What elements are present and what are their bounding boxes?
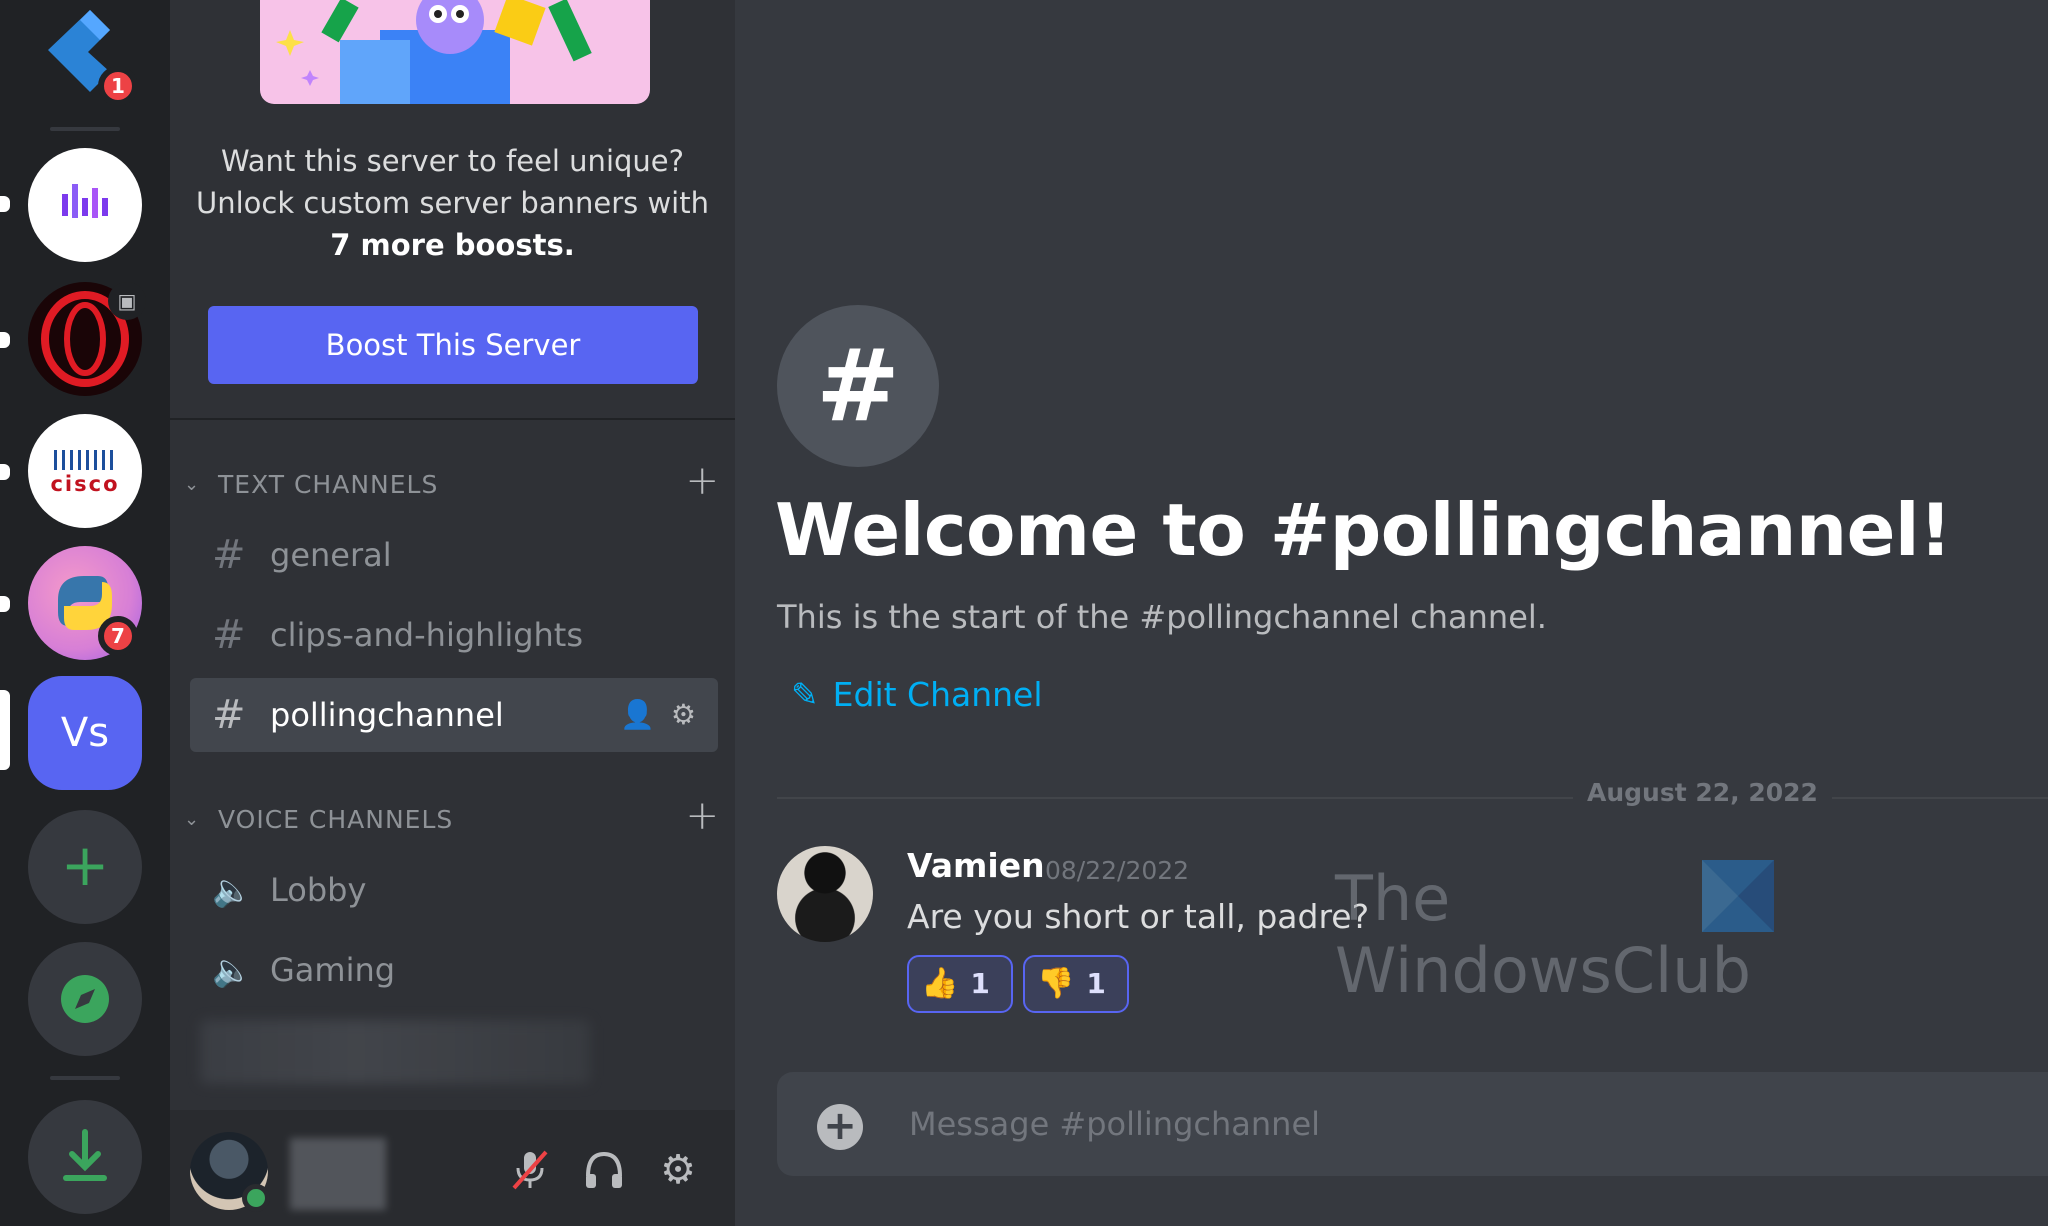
- online-status-indicator: [242, 1184, 270, 1212]
- watermark: The WindowsClub: [1335, 860, 1795, 1020]
- download-apps-button[interactable]: [28, 1100, 142, 1214]
- home-mention-badge: 1: [98, 66, 138, 106]
- category-text-channels[interactable]: ⌄ TEXT CHANNELS +: [180, 461, 720, 505]
- event-icon: ▣: [108, 282, 146, 320]
- sidebar-divider: [170, 418, 735, 420]
- speaker-icon: 🔈: [212, 871, 252, 909]
- hash-icon: #: [212, 532, 246, 578]
- voice-channel-gaming[interactable]: 🔈 Gaming: [190, 933, 718, 1007]
- compass-icon: [61, 975, 109, 1023]
- rail-divider: [50, 1076, 120, 1080]
- chevron-down-icon: ⌄: [184, 809, 201, 830]
- edit-channel-label: Edit Channel: [832, 675, 1043, 714]
- server-podcast[interactable]: [28, 148, 142, 262]
- boost-server-button[interactable]: Boost This Server: [208, 306, 698, 384]
- explore-servers-button[interactable]: [28, 942, 142, 1056]
- server-vs-selected[interactable]: Vs: [28, 676, 142, 790]
- channel-settings-icon[interactable]: ⚙: [671, 698, 696, 731]
- hash-icon: #: [212, 692, 246, 738]
- channel-sidebar: Want this server to feel unique? Unlock …: [170, 0, 735, 1226]
- invite-members-icon[interactable]: 👤: [620, 698, 655, 731]
- python-mention-badge: 7: [98, 616, 138, 656]
- unread-pill: [0, 464, 10, 480]
- watermark-logo: [1702, 860, 1774, 932]
- voice-channel-lobby[interactable]: 🔈 Lobby: [190, 853, 718, 927]
- server-rail: 1 ▣ cisco 7 Vs +: [0, 0, 170, 1226]
- unread-pill: [0, 332, 10, 348]
- boost-prompt: Want this server to feel unique? Unlock …: [190, 140, 715, 266]
- boost-prompt-count: 7 more boosts.: [330, 228, 575, 262]
- category-label: VOICE CHANNELS: [218, 805, 454, 834]
- date-divider-label: August 22, 2022: [1573, 778, 1832, 807]
- reaction-thumbs-down[interactable]: 👎 1: [1023, 955, 1129, 1013]
- thumbs-down-icon: 👎: [1037, 966, 1075, 1001]
- boost-prompt-line1: Want this server to feel unique?: [220, 144, 685, 178]
- thumbs-up-icon: 👍: [921, 966, 959, 1001]
- channel-name: Lobby: [270, 871, 367, 909]
- message-author-avatar[interactable]: [777, 846, 873, 942]
- attach-plus-button[interactable]: +: [817, 1104, 863, 1150]
- home-button[interactable]: 1: [28, 0, 142, 114]
- selected-server-pill: [0, 690, 10, 770]
- channel-hash-icon: #: [777, 305, 939, 467]
- category-label: TEXT CHANNELS: [218, 470, 439, 499]
- cisco-logo-text: cisco: [50, 472, 120, 496]
- rail-divider: [50, 127, 120, 131]
- category-voice-channels[interactable]: ⌄ VOICE CHANNELS +: [180, 796, 720, 840]
- add-server-button[interactable]: +: [28, 810, 142, 924]
- create-voice-channel-button[interactable]: +: [685, 796, 720, 836]
- watermark-line1: The: [1335, 862, 1451, 935]
- user-panel: ⚙: [170, 1110, 735, 1226]
- blurred-channel[interactable]: [200, 1020, 590, 1084]
- watermark-line2: WindowsClub: [1335, 934, 1751, 1007]
- date-divider-line: [777, 797, 2048, 799]
- blurred-username[interactable]: [290, 1138, 386, 1210]
- message-composer: +: [777, 1072, 2048, 1176]
- headphones-icon[interactable]: [580, 1146, 628, 1194]
- create-text-channel-button[interactable]: +: [685, 461, 720, 501]
- channel-name: clips-and-highlights: [270, 616, 584, 654]
- unread-pill: [0, 596, 10, 612]
- welcome-subtitle: This is the start of the #pollingchannel…: [777, 598, 1547, 636]
- reaction-count: 1: [1086, 967, 1106, 1000]
- chat-main: # Welcome to #pollingchannel! This is th…: [735, 0, 2048, 1226]
- channel-name: general: [270, 536, 392, 574]
- download-icon: [63, 1129, 107, 1181]
- user-settings-gear-icon[interactable]: ⚙: [654, 1146, 702, 1194]
- reaction-count: 1: [970, 967, 990, 1000]
- message-timestamp: 08/22/2022: [1045, 856, 1190, 885]
- edit-channel-link[interactable]: ✎ Edit Channel: [791, 675, 1043, 714]
- chevron-down-icon: ⌄: [184, 474, 201, 495]
- hash-icon: #: [212, 612, 246, 658]
- cisco-bars-icon: [54, 450, 116, 470]
- channel-clips-and-highlights[interactable]: # clips-and-highlights: [190, 598, 718, 672]
- server-opera[interactable]: ▣: [28, 282, 146, 396]
- channel-general[interactable]: # general: [190, 518, 718, 592]
- unread-pill: [0, 196, 10, 212]
- message-input[interactable]: [907, 1072, 2007, 1176]
- boost-banner-illustration: [260, 0, 650, 104]
- mute-microphone-icon[interactable]: [506, 1146, 554, 1194]
- message-text: Are you short or tall, padre?: [907, 897, 1370, 936]
- speaker-icon: 🔈: [212, 951, 252, 989]
- message-author[interactable]: Vamien: [907, 846, 1045, 885]
- channel-pollingchannel[interactable]: # pollingchannel 👤 ⚙: [190, 678, 718, 752]
- reaction-thumbs-up[interactable]: 👍 1: [907, 955, 1013, 1013]
- soundwave-icon: [62, 184, 108, 218]
- pencil-icon: ✎: [791, 675, 819, 714]
- welcome-title: Welcome to #pollingchannel!: [775, 488, 1952, 572]
- server-cisco[interactable]: cisco: [28, 414, 142, 528]
- server-python[interactable]: 7: [28, 546, 142, 660]
- boost-prompt-line2: Unlock custom server banners with: [196, 186, 709, 220]
- channel-name: pollingchannel: [270, 696, 504, 734]
- channel-name: Gaming: [270, 951, 396, 989]
